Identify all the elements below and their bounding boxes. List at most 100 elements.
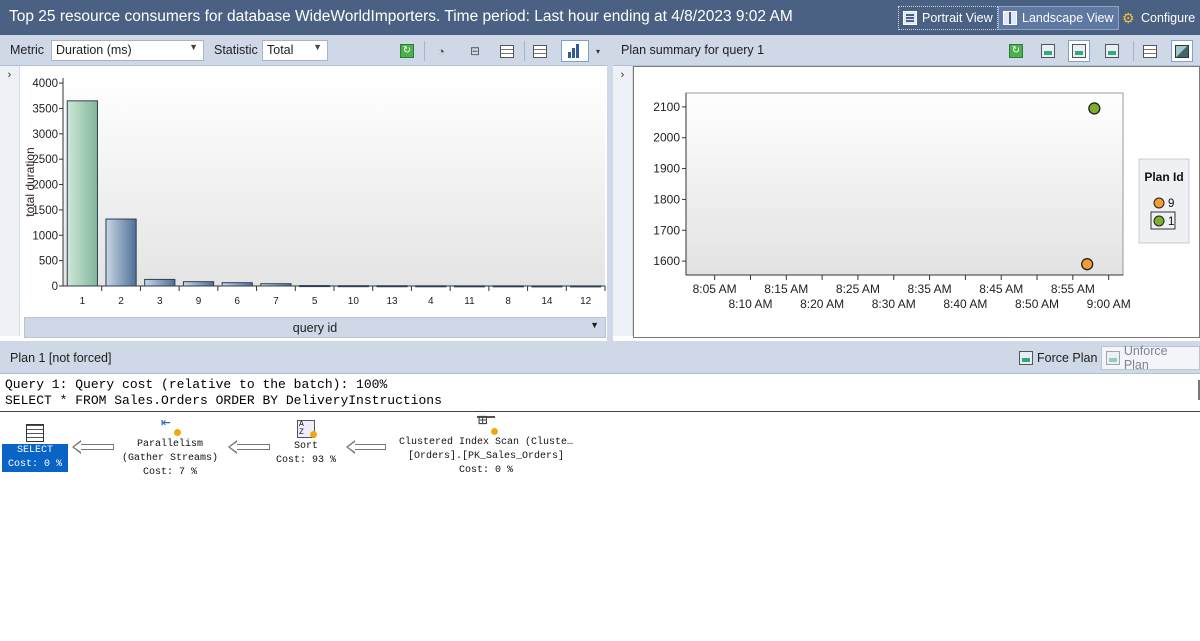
bar-query-7	[260, 283, 292, 287]
plan-summary-panel: 160017001800190020002100Total8:05 AM8:15…	[615, 66, 1200, 338]
plan-node-parallelism-sub: (Gather Streams)	[121, 453, 218, 464]
plan-details-icon	[1072, 44, 1086, 58]
bar-query-1	[66, 100, 98, 287]
refresh-button[interactable]: ↻	[396, 40, 418, 62]
gauge-icon: ◔	[437, 43, 445, 59]
bar-query-11	[453, 285, 486, 288]
plan-node-sort-name: Sort	[293, 441, 318, 452]
x-tick-label: 8:05 AM	[693, 282, 737, 296]
x-tick-label: 13	[387, 296, 399, 307]
x-axis-dropdown[interactable]: query id ▼	[24, 317, 606, 338]
chevron-down-icon: ▾	[595, 46, 600, 56]
track-query-button[interactable]: ◔	[430, 40, 452, 62]
plan-node-parallelism[interactable]: Parallelism (Gather Streams) Cost: 7 %	[110, 416, 230, 480]
right-collapse-strip[interactable]: ›	[613, 66, 633, 336]
grid-view-button[interactable]	[496, 40, 518, 62]
grid-columns-button[interactable]	[529, 40, 551, 62]
chevron-down-icon: ▼	[313, 42, 322, 52]
report-title: Top 25 resource consumers for database W…	[9, 8, 793, 25]
bar-query-9	[182, 281, 215, 287]
force-plan-label: Force Plan	[1037, 351, 1098, 365]
left-collapse-strip[interactable]: ›	[0, 66, 20, 336]
landscape-view-button[interactable]: Landscape View	[998, 6, 1119, 30]
legend-label-1: 1	[1168, 216, 1174, 228]
portrait-view-button[interactable]: Portrait View	[898, 6, 998, 30]
x-tick-label: 11	[464, 296, 475, 307]
y-tick-label: 4000	[32, 78, 58, 90]
metric-value: Duration (ms)	[56, 43, 132, 57]
plan-node-sort[interactable]: AZ Sort Cost: 93 %	[270, 420, 342, 468]
plan-node-scan-cost: Cost: 0 %	[458, 465, 513, 476]
left-toolbar: Metric Duration (ms) ▼ Statistic Total ▼…	[0, 35, 607, 66]
toolbar-separator	[1133, 41, 1134, 61]
chevron-down-icon: ▼	[590, 320, 599, 330]
parallelism-operator-icon	[161, 416, 181, 436]
plan-flow-arrow	[72, 440, 114, 454]
plan-9-point	[1081, 258, 1094, 271]
unforce-plan-button[interactable]: Unforce Plan	[1101, 344, 1200, 372]
statistic-dropdown[interactable]: Total ▼	[262, 40, 328, 61]
plan-node-scan-name: Clustered Index Scan (Cluste…	[398, 437, 574, 448]
metric-dropdown[interactable]: Duration (ms) ▼	[51, 40, 204, 61]
duration-bar-chart: 05001000150020002500300035004000total du…	[23, 78, 606, 307]
plan-node-select[interactable]: SELECT Cost: 0 %	[2, 424, 68, 472]
view-query-button[interactable]: ⊟	[464, 40, 486, 62]
x-tick-label: 5	[312, 296, 318, 307]
plan-label: Plan 1 [not forced]	[10, 351, 112, 365]
x-tick-label: 8	[505, 296, 511, 307]
x-axis-label: query id	[292, 321, 338, 335]
bar-query-4	[415, 285, 447, 288]
legend-marker-9	[1153, 197, 1165, 209]
view-query-icon: ⊟	[469, 44, 481, 58]
plan-node-parallelism-cost: Cost: 7 %	[142, 467, 197, 478]
y-tick-label: 1600	[653, 254, 680, 268]
chart-view-button[interactable]	[561, 40, 589, 62]
query-text-area[interactable]: Query 1: Query cost (relative to the bat…	[0, 375, 1200, 412]
chart-image-icon	[1175, 44, 1189, 58]
plan-node-sort-cost: Cost: 93 %	[275, 455, 336, 466]
compare-plans-button[interactable]	[1037, 40, 1059, 62]
y-tick-label: 500	[39, 256, 58, 268]
select-operator-icon	[26, 424, 44, 442]
grid-icon	[1143, 44, 1157, 58]
bar-chart-icon	[568, 44, 582, 58]
legend-marker-1	[1153, 215, 1165, 227]
x-tick-label: 8:20 AM	[800, 297, 844, 311]
plot-area	[685, 92, 1124, 276]
plan-node-clustered-index-scan[interactable]: Clustered Index Scan (Cluste… [Orders].[…	[386, 414, 586, 478]
portrait-view-label: Portrait View	[922, 11, 993, 25]
y-axis-title: total duration	[23, 147, 37, 216]
bar-query-14	[531, 285, 563, 288]
refresh-icon: ↻	[400, 44, 414, 58]
force-plan-button[interactable]: Force Plan	[1015, 346, 1101, 370]
plan-chart-button[interactable]	[1171, 40, 1193, 62]
sort-operator-icon: AZ	[297, 420, 317, 438]
unforce-plan-icon	[1106, 351, 1120, 365]
plan-grid-button[interactable]	[1139, 40, 1161, 62]
plan-details-button[interactable]	[1068, 40, 1090, 62]
refresh-plan-button[interactable]: ↻	[1005, 40, 1027, 62]
x-tick-label: 8:45 AM	[979, 282, 1023, 296]
x-tick-label: 2	[118, 296, 124, 307]
configure-button[interactable]: ⚙ Configure	[1118, 6, 1199, 30]
grid-icon	[500, 44, 514, 58]
landscape-view-icon	[1003, 11, 1017, 25]
x-tick-label: 12	[580, 296, 592, 307]
expand-icon: ›	[7, 69, 12, 81]
plan-zoom-button[interactable]	[1101, 40, 1123, 62]
bar-query-3	[144, 278, 176, 287]
bar-query-13	[376, 285, 408, 288]
plan-flow-arrow	[346, 440, 386, 454]
plan-1-point	[1088, 102, 1101, 115]
portrait-view-icon	[903, 11, 917, 25]
toolbar-overflow-button[interactable]: ▾	[591, 40, 605, 62]
plan-id-legend: Plan Id 9 1	[1138, 158, 1190, 244]
x-tick-label: 8:40 AM	[943, 297, 987, 311]
y-tick-label: 1800	[653, 192, 680, 206]
plan-node-parallelism-name: Parallelism	[136, 439, 203, 450]
force-plan-icon	[1019, 351, 1033, 365]
x-tick-label: 14	[541, 296, 553, 307]
clustered-index-scan-icon	[477, 414, 498, 435]
query-sql-line: SELECT * FROM Sales.Orders ORDER BY Deli…	[5, 393, 442, 408]
x-tick-label: 8:35 AM	[908, 282, 952, 296]
